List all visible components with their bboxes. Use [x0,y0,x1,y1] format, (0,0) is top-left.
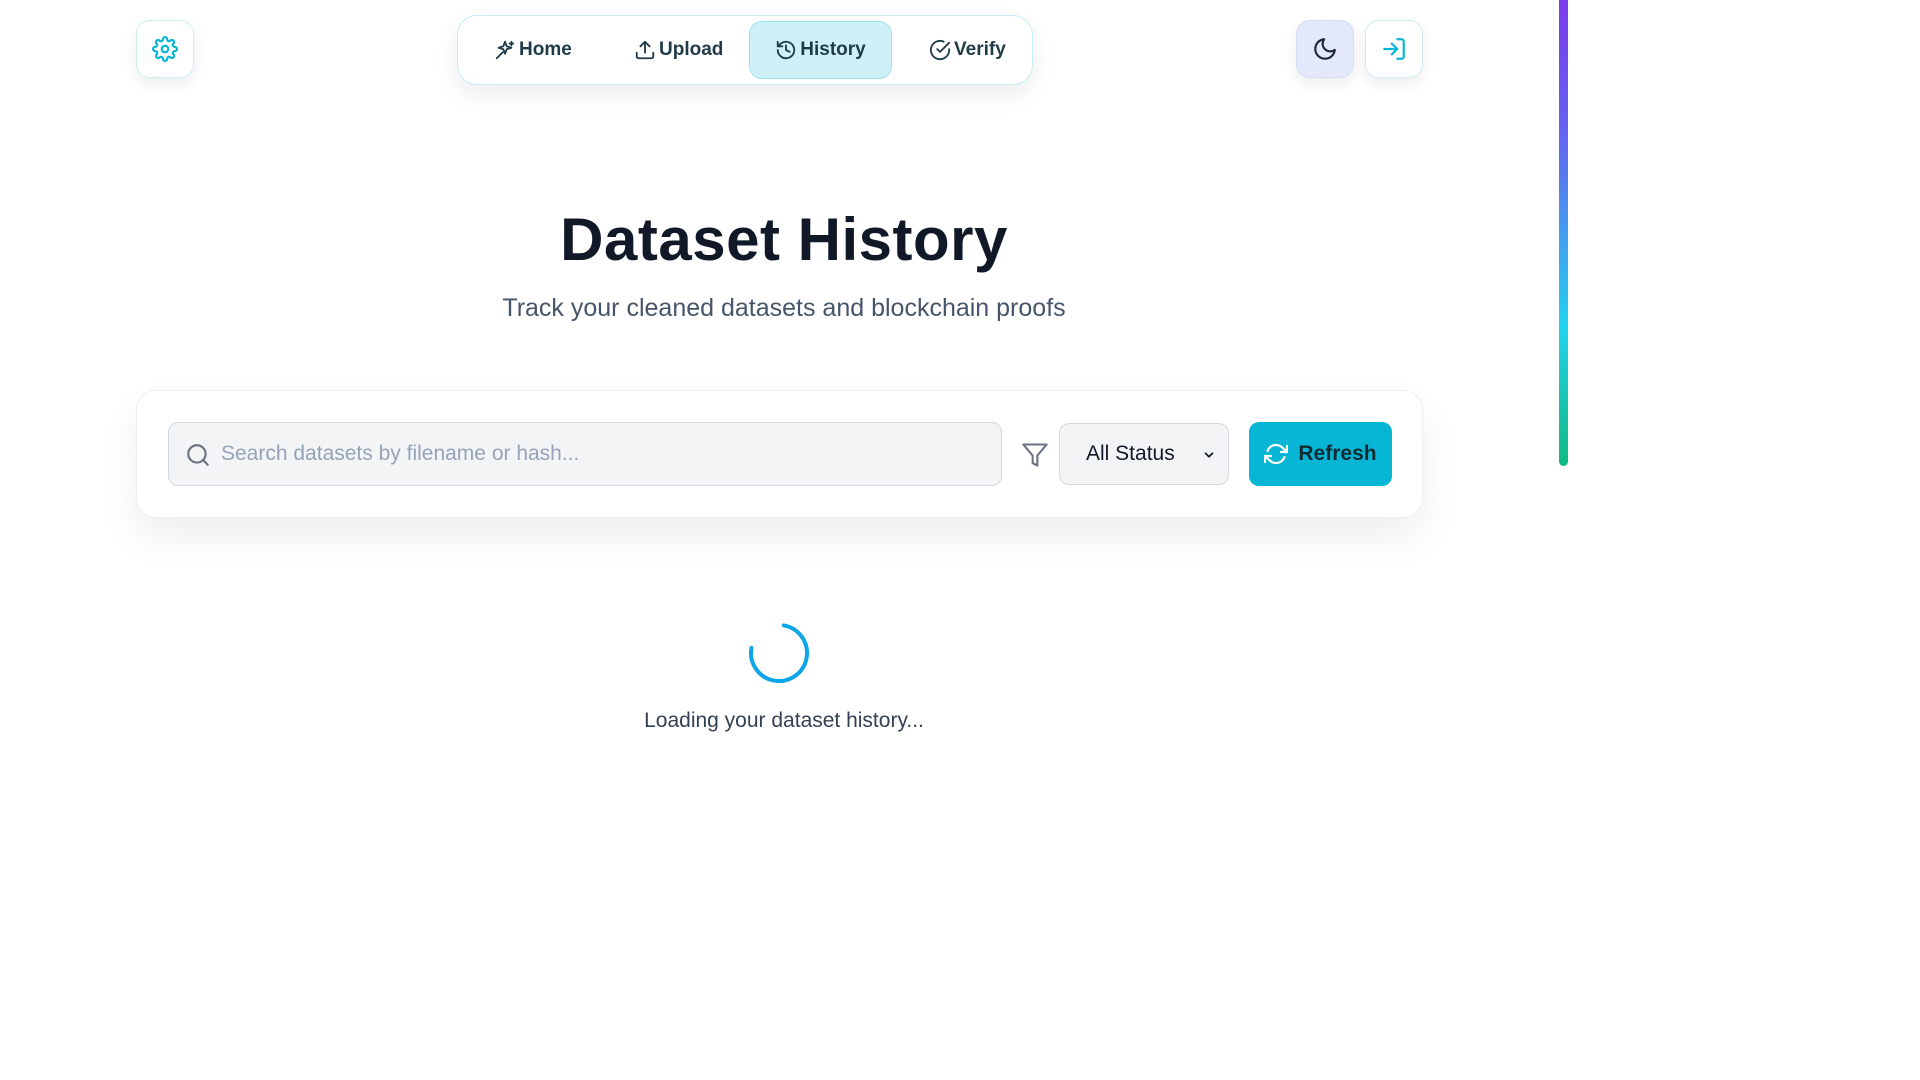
nav-home-label: Home [519,39,572,60]
refresh-button-label: Refresh [1298,442,1377,465]
loading-spinner [749,623,809,683]
upload-icon [635,40,655,60]
nav-history-label: History [800,39,866,60]
nav-verify-label: Verify [954,39,1006,60]
chevron-down-icon [1204,452,1214,458]
nav-history[interactable]: History [749,21,892,79]
history-icon [777,40,796,60]
sign-in-icon [1383,38,1405,60]
settings-button[interactable] [136,20,194,78]
search-input[interactable] [221,423,991,485]
filter-icon [1022,443,1048,467]
gear-icon [152,36,178,62]
status-filter-select[interactable]: All Status [1059,423,1229,485]
nav-upload[interactable]: Upload [618,21,739,79]
login-button[interactable] [1365,20,1423,78]
loading-text: Loading your dataset history... [644,709,924,732]
moon-icon [1314,38,1336,60]
main-nav: Home Upload History Verify [457,15,1033,85]
refresh-button[interactable]: Refresh [1249,422,1392,486]
nav-verify[interactable]: Verify [913,21,1022,79]
sparkles-icon [495,40,515,60]
status-selected-value: All Status [1086,442,1175,465]
theme-toggle-button[interactable] [1296,20,1354,78]
nav-upload-label: Upload [659,39,724,60]
search-box[interactable] [168,422,1002,486]
page-subtitle: Track your cleaned datasets and blockcha… [502,294,1066,322]
filter-panel: All Status Refresh [136,390,1423,518]
search-icon [187,444,209,466]
refresh-icon [1264,443,1289,465]
check-circle-icon [929,39,951,61]
nav-home[interactable]: Home [478,21,588,79]
page-title: Dataset History [560,206,1008,273]
